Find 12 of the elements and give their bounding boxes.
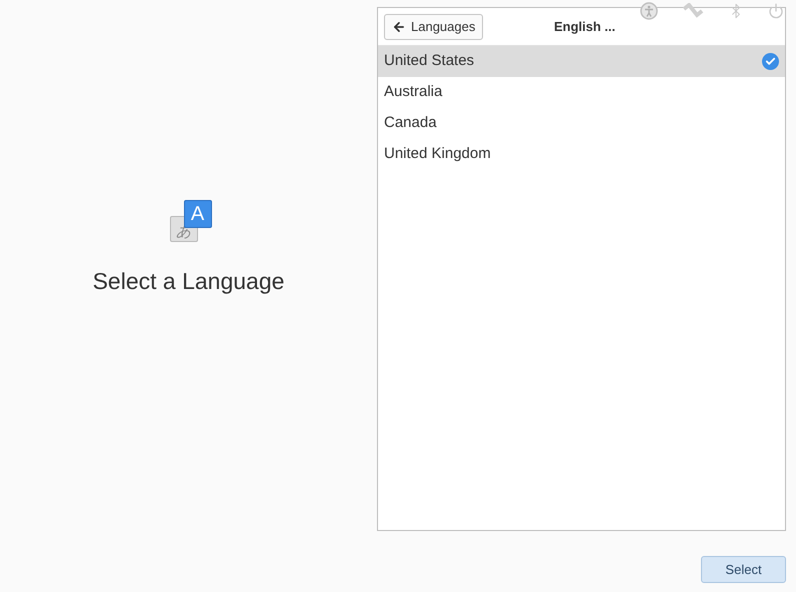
region-item[interactable]: Canada bbox=[378, 108, 785, 139]
power-icon[interactable] bbox=[768, 3, 784, 19]
back-button[interactable]: Languages bbox=[384, 14, 484, 40]
region-item[interactable]: Australia bbox=[378, 77, 785, 108]
region-item[interactable]: United States bbox=[378, 46, 785, 77]
network-icon[interactable] bbox=[682, 3, 704, 19]
page-title: Select a Language bbox=[92, 267, 284, 296]
panel-heading: English ... bbox=[554, 18, 616, 36]
region-item[interactable]: United Kingdom bbox=[378, 139, 785, 170]
select-button[interactable]: Select bbox=[701, 556, 786, 583]
accessibility-icon[interactable] bbox=[640, 2, 658, 20]
checkmark-icon bbox=[762, 53, 779, 70]
